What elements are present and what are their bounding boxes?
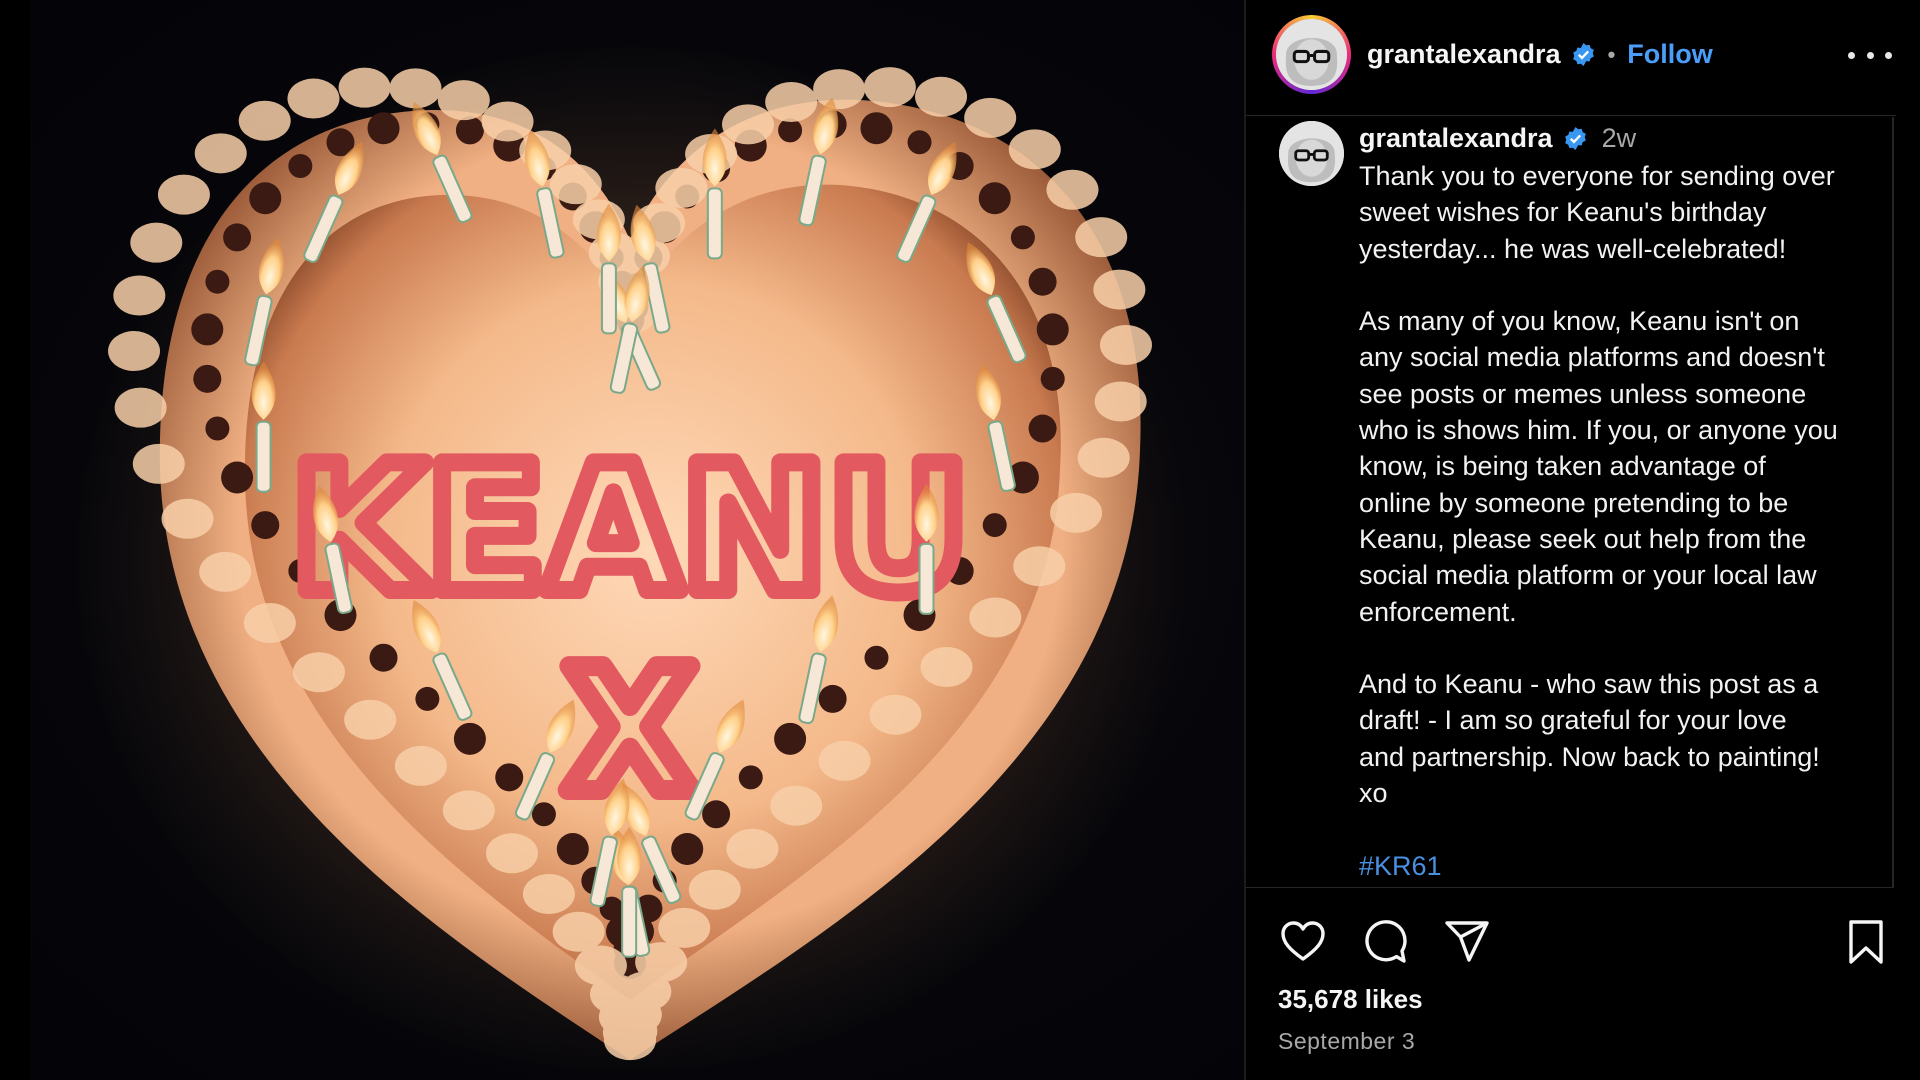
username-link[interactable]: grantalexandra bbox=[1367, 39, 1561, 70]
caption-line: Keanu, please seek out help from the bbox=[1359, 523, 1807, 554]
follow-button[interactable]: Follow bbox=[1627, 39, 1712, 70]
caption-line: As many of you know, Keanu isn't on bbox=[1359, 306, 1800, 337]
caption-line: And to Keanu - who saw this post as a bbox=[1359, 669, 1819, 700]
post-side-panel: grantalexandra • Follow grantalexandra 2… bbox=[1246, 0, 1920, 1080]
bookmark-icon bbox=[1849, 920, 1883, 964]
comment-button[interactable] bbox=[1361, 918, 1409, 966]
caption-line: draft! - I am so grateful for your love bbox=[1359, 705, 1787, 736]
caption-username-link[interactable]: grantalexandra bbox=[1359, 123, 1553, 154]
birthday-cake-image: KEANU X bbox=[70, 40, 1190, 1080]
save-button[interactable] bbox=[1842, 918, 1890, 966]
cake-lettering: KEANU bbox=[290, 429, 969, 632]
avatar-portrait-icon bbox=[1279, 121, 1344, 186]
caption-line: and partnership. Now back to painting! bbox=[1359, 741, 1820, 772]
caption-avatar[interactable] bbox=[1279, 121, 1344, 186]
comment-icon bbox=[1365, 920, 1407, 963]
action-bar bbox=[1246, 918, 1896, 968]
caption-text: Thank you to everyone for sending over s… bbox=[1359, 158, 1884, 884]
caption-username-row: grantalexandra 2w bbox=[1359, 123, 1636, 154]
separator-dot: • bbox=[1607, 41, 1616, 67]
hashtag-link[interactable]: #KR61 bbox=[1359, 851, 1442, 881]
post-timestamp[interactable]: 2w bbox=[1602, 123, 1637, 154]
caption-line: who is shows him. If you, or anyone you bbox=[1359, 415, 1838, 446]
post-header: grantalexandra • Follow bbox=[1246, 0, 1896, 116]
like-button[interactable] bbox=[1279, 918, 1327, 966]
send-icon bbox=[1445, 921, 1489, 962]
caption-line: xo bbox=[1359, 778, 1388, 809]
caption-line: yesterday... he was well-celebrated! bbox=[1359, 233, 1787, 264]
avatar[interactable] bbox=[1276, 19, 1347, 90]
caption-line: sweet wishes for Keanu's birthday bbox=[1359, 197, 1767, 228]
caption-line: online by someone pretending to be bbox=[1359, 487, 1789, 518]
verified-badge-icon bbox=[1564, 127, 1586, 150]
caption-line: social media platform or your local law bbox=[1359, 560, 1817, 591]
caption-line: enforcement. bbox=[1359, 596, 1517, 627]
more-options-icon[interactable] bbox=[1848, 40, 1892, 70]
verified-badge-icon bbox=[1572, 43, 1594, 66]
likes-count[interactable]: 35,678 likes bbox=[1278, 984, 1423, 1015]
caption-line: see posts or memes unless someone bbox=[1359, 378, 1807, 409]
caption-line: any social media platforms and doesn't bbox=[1359, 342, 1825, 373]
caption-line: know, is being taken advantage of bbox=[1359, 451, 1766, 482]
post-media-image[interactable]: KEANU X bbox=[30, 0, 1244, 1080]
share-button[interactable] bbox=[1443, 918, 1491, 966]
caption-line: Thank you to everyone for sending over bbox=[1359, 161, 1835, 191]
avatar-portrait-icon bbox=[1276, 19, 1347, 90]
heart-icon bbox=[1281, 921, 1325, 961]
post-date[interactable]: September 3 bbox=[1278, 1028, 1415, 1055]
header-username-row: grantalexandra • Follow bbox=[1367, 39, 1713, 70]
